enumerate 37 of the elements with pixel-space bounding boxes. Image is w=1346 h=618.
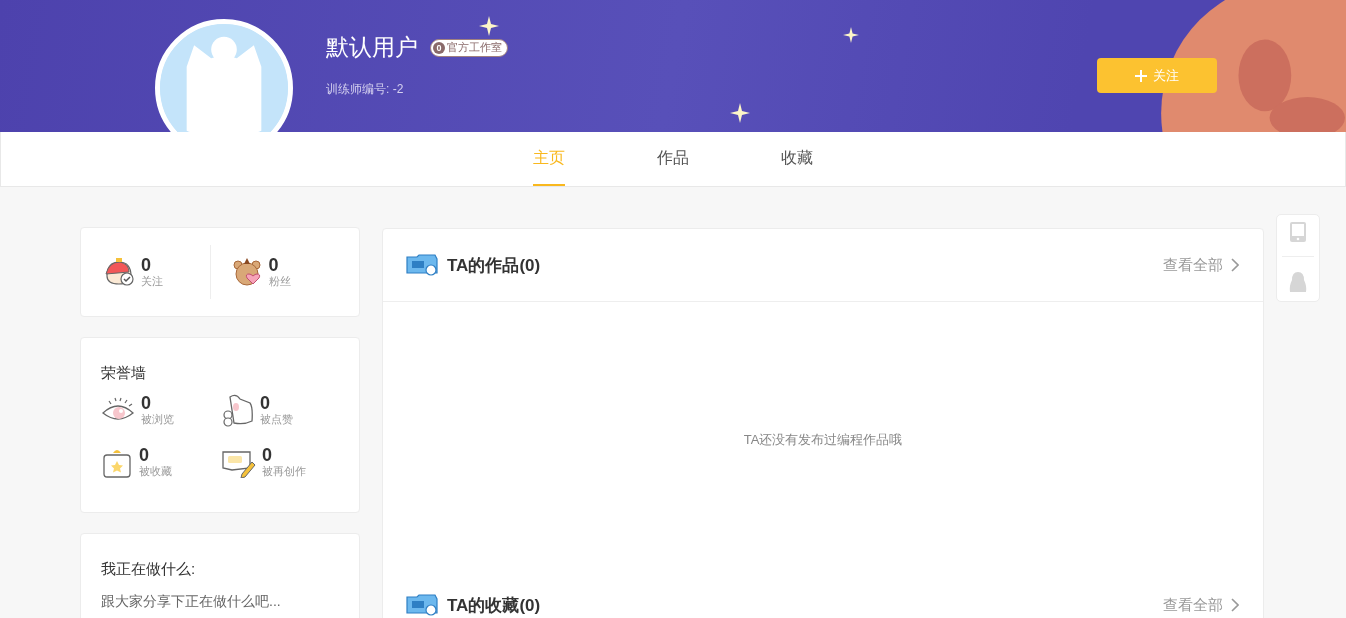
user-name: 默认用户 xyxy=(326,33,418,62)
tab[interactable]: 主页 xyxy=(533,132,565,186)
follow-button[interactable]: 关注 xyxy=(1097,58,1217,93)
sparkle-icon xyxy=(479,16,499,36)
cat-check-icon xyxy=(103,256,135,288)
stat-label: 粉丝 xyxy=(268,273,291,289)
tab[interactable]: 作品 xyxy=(657,132,689,186)
chevron-right-icon xyxy=(1231,598,1239,612)
section-title: TA的收藏(0) xyxy=(447,594,541,617)
status-title: 我正在做什么: xyxy=(101,560,197,579)
count: 0 xyxy=(262,445,273,464)
chevron-right-icon xyxy=(1231,258,1239,272)
sparkle-icon xyxy=(730,103,750,123)
stat-label: 被点赞 xyxy=(260,411,293,427)
view-all-link[interactable]: 查看全部 xyxy=(1163,595,1239,615)
bear-heart-icon xyxy=(230,256,263,288)
trainer-id: 训练师编号: -2 xyxy=(326,81,405,98)
stat-label: 被浏览 xyxy=(141,411,174,427)
stat-label: 被收藏 xyxy=(139,463,172,479)
folder-icon xyxy=(405,253,439,277)
phone-icon[interactable] xyxy=(1290,222,1306,243)
studio-badge: 0 官方工作室 xyxy=(430,38,508,57)
stat-label: 关注 xyxy=(141,273,163,289)
count: 0 xyxy=(141,255,152,274)
paw-icon xyxy=(220,393,254,427)
empty-message: TA还没有发布过编程作品哦 xyxy=(743,431,903,449)
section-title: TA的作品(0) xyxy=(447,254,541,277)
tab[interactable]: 收藏 xyxy=(781,132,813,186)
honor-title: 荣誉墙 xyxy=(101,364,147,383)
sparkle-icon xyxy=(843,27,859,43)
plus-icon xyxy=(1135,69,1147,82)
count: 0 xyxy=(260,393,271,412)
count: 0 xyxy=(139,445,150,464)
view-all-link[interactable]: 查看全部 xyxy=(1163,255,1239,275)
count: 0 xyxy=(268,255,280,274)
stat-label: 被再创作 xyxy=(262,463,306,479)
count: 0 xyxy=(141,393,152,412)
